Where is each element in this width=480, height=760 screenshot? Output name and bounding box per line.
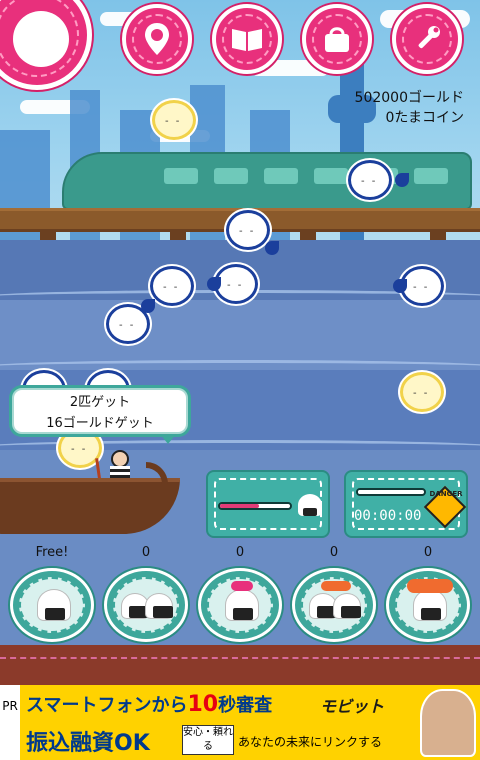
slot-count-4: 0	[329, 545, 339, 560]
onigiri-icon	[145, 593, 173, 619]
ad-headline: スマートフォンから10秒審査	[26, 691, 272, 717]
fish-blue[interactable]: - -	[150, 266, 194, 306]
book-button[interactable]	[212, 4, 282, 74]
fish-yellow[interactable]: - -	[152, 100, 196, 140]
catch-speech-bubble: 2匹ゲット 16ゴールドゲット	[12, 388, 188, 444]
bait-slot-ikura-onigiri[interactable]	[386, 568, 470, 642]
ad-pr-label: PR	[0, 685, 20, 760]
slot-count-5: 0	[423, 545, 433, 560]
bait-gauge-bar	[218, 502, 292, 510]
fish-face-icon	[13, 11, 69, 67]
ad-person-photo	[420, 689, 476, 757]
fish-eyes: - -	[413, 388, 430, 399]
fish-eyes: - -	[119, 320, 136, 331]
bait-slot-onigiri[interactable]	[10, 568, 94, 642]
salmon-roe-icon	[321, 581, 351, 591]
bait-slot-ribbon-onigiri[interactable]	[198, 568, 282, 642]
train-window	[264, 168, 298, 184]
coin-count: 0たまコイン	[385, 110, 465, 126]
onigiri-icon	[225, 589, 259, 621]
button-dashed-ring	[402, 14, 452, 64]
train-window	[214, 168, 248, 184]
onigiri-icon	[413, 589, 447, 621]
fish-eyes: - -	[413, 282, 430, 293]
rail-pattern	[0, 657, 480, 673]
ribbon-icon	[231, 581, 253, 591]
fish-blue[interactable]: - -	[226, 210, 279, 255]
bag-button[interactable]	[302, 4, 372, 74]
onigiri-icon	[333, 593, 361, 619]
fish-blue[interactable]: - -	[393, 266, 444, 306]
fish-blue[interactable]: - -	[106, 299, 155, 344]
fish-tail	[395, 173, 409, 187]
main-menu-button[interactable]	[0, 0, 92, 90]
train	[62, 152, 472, 210]
wave-crest	[0, 360, 480, 374]
slot-count-1: Free!	[35, 545, 69, 560]
danger-label: DANGER	[429, 490, 463, 498]
ad-subheadline: 振込融資OK	[26, 731, 150, 756]
danger-timer: 00:00:00	[354, 508, 422, 524]
danger-timer-fill	[358, 490, 421, 494]
fish-tail	[265, 241, 279, 255]
fish-eyes: - -	[165, 116, 182, 127]
bait-gauge-panel	[206, 470, 330, 538]
ad-headline-c: 秒審査	[218, 695, 273, 716]
bubble-line-1: 2匹ゲット	[69, 395, 131, 410]
fish-tail	[207, 277, 221, 291]
train-window	[314, 168, 348, 184]
fish-blue[interactable]: - -	[348, 160, 409, 200]
slot-count-2: 0	[141, 545, 151, 560]
salmon-roe-icon	[407, 579, 453, 593]
button-dashed-ring	[132, 14, 182, 64]
gold-count: 502000ゴールド	[354, 90, 464, 106]
fish-tail	[393, 279, 407, 293]
bubble-line-2: 16ゴールドゲット	[46, 416, 154, 431]
ad-banner[interactable]: PR スマートフォンから10秒審査 モビット 振込融資OK 安心・頼れる あなた…	[0, 685, 480, 760]
fish-yellow[interactable]: - -	[400, 372, 444, 412]
game-scene[interactable]: - - - - - - - - - - - - - - - - - - - - …	[0, 0, 480, 645]
bottom-rail	[0, 645, 480, 685]
top-menu-bar	[0, 0, 480, 90]
currency-stats: 502000ゴールド 0たまコイン	[355, 88, 464, 128]
settings-button[interactable]	[392, 4, 462, 74]
ad-tagline: あなたの未来にリンクする	[238, 735, 383, 749]
button-dashed-ring	[222, 14, 272, 64]
onigiri-icon	[298, 494, 322, 516]
bait-slot-salmon-onigiri[interactable]	[292, 568, 376, 642]
train-window	[414, 168, 448, 184]
onigiri-icon	[37, 589, 71, 621]
fish-eyes: - -	[227, 280, 244, 291]
danger-timer-bar	[356, 488, 426, 496]
fish-eyes: - -	[361, 176, 378, 187]
danger-timer-panel: 00:00:00 DANGER	[344, 470, 468, 538]
ad-headline-a: スマートフォンから	[26, 695, 188, 716]
fish-eyes: - -	[239, 226, 256, 237]
slot-count-3: 0	[235, 545, 245, 560]
fish-eyes: - -	[163, 282, 180, 293]
bait-gauge-fill	[220, 504, 259, 508]
fish-tail	[141, 299, 155, 313]
button-dashed-ring	[312, 14, 362, 64]
fish-blue[interactable]: - -	[207, 264, 258, 304]
ad-badge: 安心・頼れる	[182, 725, 234, 755]
bait-slot-double-onigiri[interactable]	[104, 568, 188, 642]
map-button[interactable]	[122, 4, 192, 74]
fish-eyes: - -	[71, 444, 88, 455]
ad-headline-number: 10	[187, 692, 219, 717]
ad-brand: モビット	[320, 697, 385, 716]
train-window	[164, 168, 198, 184]
